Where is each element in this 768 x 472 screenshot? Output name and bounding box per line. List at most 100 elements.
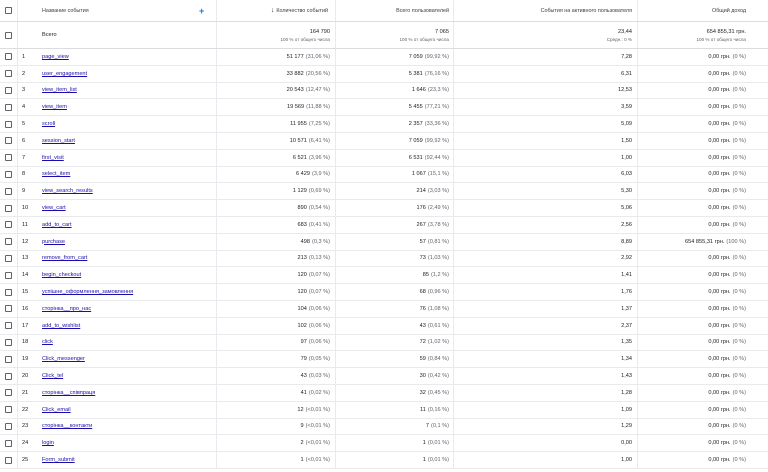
event-name-link[interactable]: user_engagement [42,66,212,82]
row-checkbox-cell[interactable] [5,318,17,334]
row-checkbox-cell[interactable] [5,234,17,250]
event-name-link[interactable]: first_visit [42,150,212,166]
event-name-link[interactable]: remove_from_cart [42,251,212,267]
row-checkbox-cell[interactable] [5,49,17,65]
event-name-link[interactable]: begin_checkout [42,267,212,283]
event-name-link[interactable]: view_cart [42,200,212,216]
row-checkbox-cell[interactable] [5,251,17,267]
row-checkbox[interactable] [5,254,12,262]
table-row[interactable]: 19 Click_messenger 79 (0,05 %) 59 (0,84 %)… [0,351,768,369]
row-checkbox[interactable] [5,338,12,346]
row-checkbox-cell[interactable] [5,99,17,115]
row-checkbox[interactable] [5,86,12,94]
row-checkbox[interactable] [5,187,12,195]
event-name-link[interactable]: view_item_list [42,83,212,99]
row-checkbox[interactable] [5,137,12,145]
row-checkbox[interactable] [5,238,12,246]
table-row[interactable]: 7 first_visit 6 521 (3,96 %) 6 531 (92,44 … [0,149,768,167]
row-checkbox-cell[interactable] [5,402,17,418]
table-row[interactable]: 21 сторінка__співпраця 41 (0,02 %) 32 (0,4… [0,384,768,402]
row-checkbox[interactable] [5,305,12,313]
table-row[interactable]: 12 purchase 498 (0,3 %) 57 (0,81 %) 8,89 6… [0,233,768,251]
table-row[interactable]: 8 select_item 6 429 (3,9 %) 1 067 (15,1 %)… [0,166,768,184]
row-checkbox-cell[interactable] [5,167,17,183]
table-row[interactable]: 2 user_engagement 33 882 (20,56 %) 5 381(… [0,65,768,83]
row-checkbox-cell[interactable] [5,66,17,82]
col-header-name[interactable]: Название события [42,0,192,21]
row-checkbox-cell[interactable] [5,217,17,233]
event-name-link[interactable]: login [42,435,212,451]
event-name-link[interactable]: Click_email [42,402,212,418]
table-row[interactable]: 4 view_item 19 569 (11,88 %) 5 455 (77,21 … [0,99,768,117]
row-checkbox[interactable] [5,389,12,397]
table-row[interactable]: 15 успішне_оформлення_замовлення 120 (0,0… [0,284,768,301]
col-header-users[interactable]: Всего пользователей [335,0,449,21]
table-row[interactable]: 25 Form_submit 1 (<0,01 %) 1 (0,01 %) 1,00… [0,452,768,469]
row-checkbox[interactable] [5,221,12,229]
row-checkbox-cell[interactable] [5,385,17,401]
row-checkbox-cell[interactable] [5,301,17,317]
totals-checkbox-cell[interactable] [5,22,17,48]
col-header-revenue[interactable]: Общий доход [637,0,746,21]
table-row[interactable]: 24 login 2 (<0,01 %) 1 (0,01 %) 0,00 0,00 … [0,435,768,453]
row-checkbox-cell[interactable] [5,435,17,451]
row-checkbox[interactable] [5,103,12,111]
row-checkbox[interactable] [5,70,12,78]
event-name-link[interactable]: add_to_wishlist [42,318,212,334]
row-checkbox-cell[interactable] [5,267,17,283]
row-checkbox[interactable] [5,204,12,212]
row-checkbox[interactable] [5,439,12,447]
event-name-link[interactable]: успішне_оформлення_замовлення [42,284,212,300]
row-checkbox-cell[interactable] [5,368,17,384]
event-name-link[interactable]: view_search_results [42,183,212,199]
table-row[interactable]: 9 view_search_results 1 129 (0,69 %) 214(… [0,183,768,201]
table-row[interactable]: 11 add_to_cart 683 (0,41 %) 267 (3,78 %) 2… [0,216,768,234]
event-name-link[interactable]: сторінка__контакти [42,419,212,435]
row-checkbox-cell[interactable] [5,150,17,166]
event-name-link[interactable]: Click_messenger [42,351,212,367]
row-checkbox[interactable] [5,288,12,296]
row-checkbox[interactable] [5,120,12,128]
row-checkbox-cell[interactable] [5,133,17,149]
event-name-link[interactable]: сторінка__про_нас [42,301,212,317]
table-row[interactable]: 1 page_view 51 177 (31,06 %) 7 059 (99,92 … [0,49,768,66]
select-all-checkbox[interactable] [5,7,12,14]
row-checkbox[interactable] [5,53,12,61]
add-dimension-icon[interactable]: + [199,0,211,21]
row-checkbox[interactable] [5,154,12,162]
event-name-link[interactable]: add_to_cart [42,217,212,233]
table-row[interactable]: 20 Click_tel 43 (0,03 %) 30 (0,42 %) 1,43 … [0,368,768,385]
event-name-link[interactable]: click [42,335,212,351]
table-row[interactable]: 22 Click_email 12 (<0,01 %) 11 (0,16 %) 1,… [0,401,768,419]
event-name-link[interactable]: session_start [42,133,212,149]
event-name-link[interactable]: page_view [42,49,212,65]
row-checkbox[interactable] [5,422,12,430]
row-checkbox-cell[interactable] [5,351,17,367]
table-row[interactable]: 17 add_to_wishlist 102 (0,06 %) 43 (0,61 %… [0,317,768,335]
row-checkbox-cell[interactable] [5,452,17,468]
event-name-link[interactable]: select_item [42,167,212,183]
table-row[interactable]: 5 scroll 11 955 (7,25 %) 2 357 (33,36 %) 5… [0,116,768,133]
row-checkbox[interactable] [5,170,12,178]
row-checkbox[interactable] [5,271,12,279]
row-checkbox[interactable] [5,355,12,363]
event-name-link[interactable]: scroll [42,116,212,132]
table-row[interactable]: 18 click 97 (0,06 %) 72 (1,02 %) 1,35 0,00… [0,334,768,352]
table-row[interactable]: 23 сторінка__контакти 9 (<0,01 %) 7 (0,1 %… [0,418,768,436]
row-checkbox[interactable] [5,406,12,414]
select-all-checkbox-cell[interactable] [5,0,17,21]
row-checkbox-cell[interactable] [5,284,17,300]
event-name-link[interactable]: сторінка__співпраця [42,385,212,401]
row-checkbox-cell[interactable] [5,419,17,435]
totals-checkbox[interactable] [5,31,12,39]
event-name-link[interactable]: view_item [42,99,212,115]
row-checkbox-cell[interactable] [5,116,17,132]
row-checkbox-cell[interactable] [5,183,17,199]
row-checkbox-cell[interactable] [5,335,17,351]
table-row[interactable]: 16 сторінка__про_нас 104 (0,06 %) 76 (1,08… [0,300,768,318]
table-row[interactable]: 3 view_item_list 20 543 (12,47 %) 1 646 (2… [0,82,768,100]
row-checkbox[interactable] [5,372,12,380]
col-header-per-user[interactable]: События на активного пользователя [453,0,632,21]
table-row[interactable]: 10 view_cart 890 (0,54 %) 176 (2,49 %) 5,0… [0,200,768,217]
row-checkbox[interactable] [5,322,12,330]
